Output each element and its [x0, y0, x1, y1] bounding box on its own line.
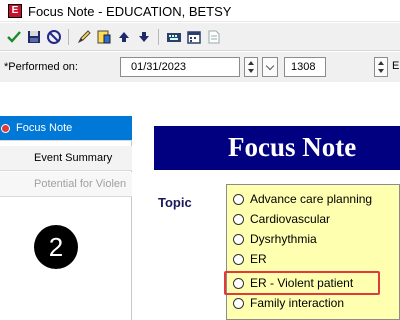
truncated-label: E [392, 60, 400, 72]
app-icon: E [8, 4, 22, 18]
cancel-icon[interactable] [45, 28, 63, 46]
performed-on-label: *Performed on: [4, 61, 78, 73]
radio-button[interactable] [233, 233, 244, 245]
nav-item-label: Potential for Violen [34, 178, 127, 190]
topic-options-list: Advance care planning Cardiovascular Dys… [226, 184, 400, 320]
step-number-badge: 2 [34, 225, 78, 269]
topic-option-label: Family interaction [250, 296, 345, 310]
radio-button[interactable] [233, 213, 244, 225]
nav-item-label: Event Summary [34, 152, 113, 164]
checkmark-icon[interactable] [5, 28, 23, 46]
topic-option[interactable]: Family interaction [233, 293, 344, 313]
performed-on-row: *Performed on: 01/31/2023 1308 E [0, 52, 400, 82]
topic-option[interactable]: Cardiovascular [233, 209, 330, 229]
topic-label: Topic [158, 195, 192, 210]
print-preview-icon[interactable] [205, 28, 223, 46]
title-bar: E Focus Note - EDUCATION, BETSY [0, 0, 400, 22]
radio-button[interactable] [233, 193, 244, 205]
nav-item-potential-for-violence[interactable]: Potential for Violen [0, 172, 132, 197]
date-dropdown-button[interactable] [262, 57, 278, 77]
left-nav: Focus Note Event Summary Potential for V… [0, 116, 132, 320]
nav-item-label: Focus Note [16, 122, 73, 134]
performed-on-date-field[interactable]: 01/31/2023 [120, 57, 240, 77]
keyboard-icon[interactable] [165, 28, 183, 46]
section-banner-title: Focus Note [228, 132, 357, 162]
save-icon[interactable] [25, 28, 43, 46]
required-dot-icon [2, 125, 9, 132]
highlight-box [224, 271, 380, 295]
topic-option[interactable]: Advance care planning [233, 189, 372, 209]
performed-on-time-field[interactable]: 1308 [284, 57, 326, 77]
toolbar [0, 23, 400, 51]
arrow-down-icon[interactable] [135, 28, 153, 46]
chevron-down-icon [265, 61, 275, 71]
edit-pencil-icon[interactable] [75, 28, 93, 46]
arrow-up-icon[interactable] [115, 28, 133, 46]
topic-option-label: Advance care planning [250, 192, 373, 206]
nav-item-event-summary[interactable]: Event Summary [0, 146, 132, 171]
radio-button[interactable] [233, 297, 244, 309]
document-icon[interactable] [95, 28, 113, 46]
nav-item-focus-note[interactable]: Focus Note [0, 116, 132, 141]
topic-option-label: Cardiovascular [250, 212, 331, 226]
topic-option[interactable]: Dysrhythmia [233, 229, 317, 249]
topic-option[interactable]: ER [233, 249, 267, 269]
window-title: Focus Note - EDUCATION, BETSY [28, 4, 232, 19]
time-spinner[interactable] [374, 57, 388, 77]
topic-option-label: ER [250, 252, 267, 266]
calendar-icon[interactable] [185, 28, 203, 46]
date-spinner[interactable] [244, 57, 258, 77]
topic-option-label: Dysrhythmia [250, 232, 317, 246]
radio-button[interactable] [233, 253, 244, 265]
